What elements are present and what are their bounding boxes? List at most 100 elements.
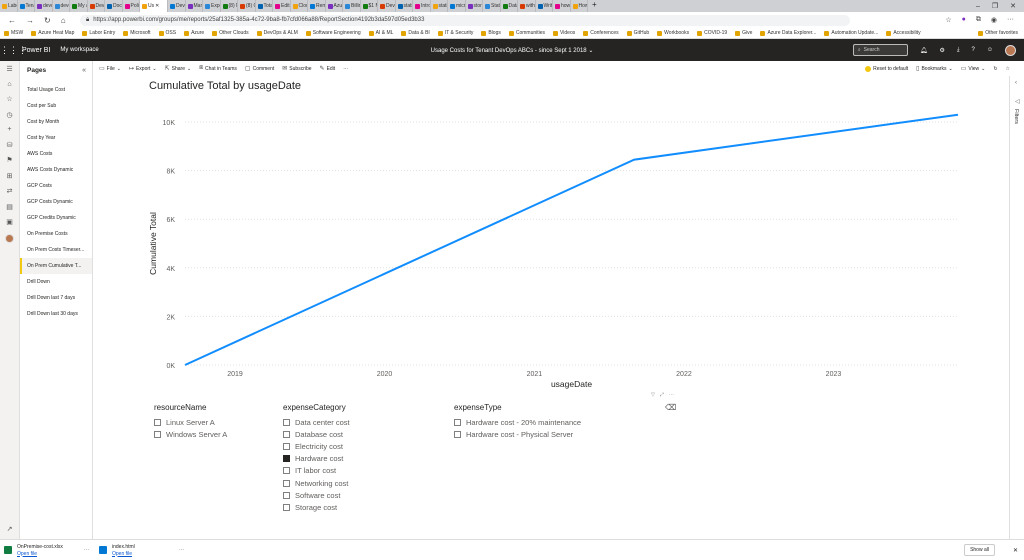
slicer-option[interactable]: Hardware cost: [283, 453, 350, 465]
bookmarks-menu[interactable]: ▯ Bookmarks ⌄: [916, 65, 953, 73]
checkbox[interactable]: [454, 430, 461, 438]
browser-tab[interactable]: Reme: [308, 0, 326, 12]
page-item[interactable]: Drill Down: [20, 274, 92, 290]
browser-tab[interactable]: (8) M: [221, 0, 238, 12]
refresh-visuals-icon[interactable]: ↻: [993, 66, 997, 72]
checkbox[interactable]: [283, 455, 290, 463]
more-icon[interactable]: ···: [179, 547, 184, 553]
checkbox[interactable]: [283, 491, 290, 499]
more-options-icon[interactable]: ···: [669, 392, 674, 398]
expand-icon[interactable]: ↗: [7, 525, 13, 533]
bookmark-item[interactable]: Workbooks: [657, 30, 689, 36]
browser-tab[interactable]: DevO: [378, 0, 396, 12]
create-icon[interactable]: +: [7, 126, 11, 133]
bookmark-item[interactable]: GitHub: [626, 30, 649, 36]
page-item[interactable]: AWS Costs: [20, 146, 92, 162]
browser-tab[interactable]: static: [431, 0, 448, 12]
workspace-link[interactable]: My workspace: [60, 47, 98, 53]
download-icon[interactable]: ⤓: [957, 47, 960, 54]
bookmark-item[interactable]: IT & Security: [437, 30, 473, 36]
download-item[interactable]: OnPremise-cost.xlsx Open file ···: [0, 544, 95, 557]
eraser-icon[interactable]: ⌫: [665, 403, 676, 412]
menu-icon[interactable]: ☰: [6, 65, 12, 73]
show-all-downloads-button[interactable]: Show all: [964, 544, 995, 556]
browser-tab[interactable]: micro: [448, 0, 466, 12]
reset-to-default-button[interactable]: Reset to default: [865, 65, 908, 72]
bookmark-item[interactable]: Azure: [184, 30, 204, 36]
browser-tab[interactable]: how t: [553, 0, 571, 12]
comment-button[interactable]: ▢ Comment: [245, 65, 274, 73]
browser-tab[interactable]: Labo: [0, 0, 18, 12]
notifications-icon[interactable]: 🔔︎: [920, 47, 928, 54]
slicer-option[interactable]: Linux Server A: [154, 416, 227, 428]
page-item[interactable]: GCP Costs: [20, 178, 92, 194]
workspaces-icon[interactable]: ▣: [6, 218, 13, 226]
browser-tab[interactable]: Edit R: [273, 0, 291, 12]
checkbox[interactable]: [154, 430, 161, 438]
browser-tab[interactable]: Tenan: [18, 0, 35, 12]
more-options-button[interactable]: ···: [343, 66, 348, 72]
bookmark-item[interactable]: Give: [735, 30, 752, 36]
bookmark-item[interactable]: Conferences: [583, 30, 619, 36]
chat-in-teams-button[interactable]: ⧈ Chat in Teams: [199, 65, 237, 72]
bookmark-item[interactable]: Azure Heat Map: [31, 30, 74, 36]
bookmark-item[interactable]: Other Clouds: [212, 30, 249, 36]
goals-icon[interactable]: ⚑: [6, 156, 12, 164]
edit-button[interactable]: ✎ Edit: [320, 65, 336, 73]
collapse-pages-icon[interactable]: «: [82, 67, 86, 74]
profile-icon[interactable]: ◉: [991, 16, 997, 24]
browser-tab[interactable]: $1 M: [361, 0, 378, 12]
datasets-icon[interactable]: ⛁: [7, 141, 13, 149]
browser-tab[interactable]: Introd: [413, 0, 431, 12]
favorite-star-icon[interactable]: ☆: [945, 16, 951, 24]
focus-mode-icon[interactable]: ⤢: [660, 392, 664, 398]
learn-icon[interactable]: ▤: [6, 203, 13, 211]
bookmark-item[interactable]: Videos: [553, 30, 575, 36]
page-item[interactable]: On Prem Costs Timeser...: [20, 242, 92, 258]
bookmark-item[interactable]: AI & ML: [368, 30, 393, 36]
page-item[interactable]: GCP Credits Dynamic: [20, 210, 92, 226]
favorites-icon[interactable]: ☆: [6, 95, 12, 103]
slicer-option[interactable]: Electricity cost: [283, 440, 350, 452]
slicer-option[interactable]: Networking cost: [283, 477, 350, 489]
slicer-option[interactable]: Storage cost: [283, 501, 350, 513]
page-item[interactable]: On Prem Cumulative T...: [20, 258, 92, 274]
shared-icon[interactable]: ⇄: [7, 187, 13, 195]
browser-tab[interactable]: (8) C: [238, 0, 256, 12]
page-item[interactable]: Drill Down last 30 days: [20, 306, 92, 322]
page-item[interactable]: Drill Down last 7 days: [20, 290, 92, 306]
subscribe-button[interactable]: ✉ Subscribe: [282, 65, 311, 73]
back-icon[interactable]: ←: [8, 16, 16, 25]
checkbox[interactable]: [283, 418, 290, 426]
browser-tab[interactable]: Data: [501, 0, 518, 12]
page-item[interactable]: Cost per Sub: [20, 98, 92, 114]
page-item[interactable]: Total Usage Cost: [20, 82, 92, 98]
browser-tab[interactable]: Azure: [326, 0, 343, 12]
favorite-report-icon[interactable]: ☆: [1006, 66, 1010, 72]
download-item[interactable]: index.html Open file ···: [95, 544, 190, 557]
bookmark-item[interactable]: OSS: [158, 30, 176, 36]
help-icon[interactable]: ?: [972, 47, 975, 53]
avatar[interactable]: [1005, 44, 1016, 56]
report-title[interactable]: Usage Costs for Tenant DevOps ABCs - sin…: [431, 48, 587, 54]
slicer-option[interactable]: Software cost: [283, 489, 350, 501]
maximize-icon[interactable]: ❐: [992, 2, 998, 10]
bookmark-item[interactable]: Azure Data Explorer...: [760, 30, 816, 36]
browser-tab[interactable]: devo: [35, 0, 53, 12]
checkbox[interactable]: [283, 503, 290, 511]
slicer-option[interactable]: Database cost: [283, 428, 350, 440]
browser-tab[interactable]: Static: [483, 0, 501, 12]
forward-icon[interactable]: →: [26, 16, 34, 25]
close-icon[interactable]: ✕: [1013, 547, 1018, 554]
line-chart[interactable]: Cumulative Total by usageDate 0K 2K 4K 6K 8K 1…: [93, 76, 1009, 396]
open-file-link[interactable]: Open file: [112, 551, 135, 557]
browser-tab[interactable]: Billing: [343, 0, 361, 12]
home-nav-icon[interactable]: ⌂: [7, 81, 11, 88]
checkbox[interactable]: [283, 430, 290, 438]
browser-tab[interactable]: witho: [518, 0, 536, 12]
bookmark-item[interactable]: Software Engineering: [305, 30, 361, 36]
series-line[interactable]: [184, 113, 959, 366]
page-item[interactable]: GCP Costs Dynamic: [20, 194, 92, 210]
file-menu[interactable]: ▭ File ⌄: [99, 65, 121, 73]
browser-tab[interactable]: Cloud: [291, 0, 308, 12]
